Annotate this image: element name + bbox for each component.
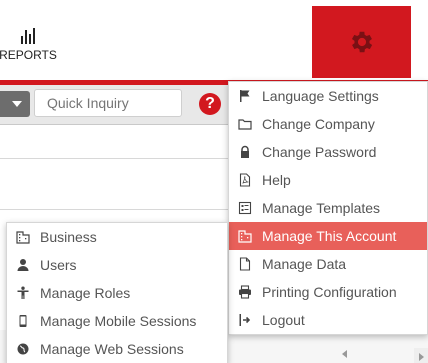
pdf-icon (237, 172, 253, 188)
settings-button[interactable] (312, 6, 411, 78)
flag-icon (237, 88, 253, 104)
menu-item-label: Logout (262, 312, 305, 328)
folder-icon (237, 116, 253, 132)
menu-item-label: Help (262, 172, 291, 188)
menu-item-label: Manage Data (262, 256, 347, 272)
menu-item-logout[interactable]: Logout (229, 306, 427, 334)
menu-item-change-company[interactable]: Change Company (229, 110, 427, 138)
menu-item-manage-templates[interactable]: Manage Templates (229, 194, 427, 222)
menu-item-label: Manage Templates (262, 200, 381, 216)
quick-inquiry-input[interactable] (34, 89, 182, 117)
submenu-item-label: Manage Web Sessions (40, 341, 184, 357)
scroll-left-arrow[interactable] (342, 350, 347, 358)
submenu-item-users[interactable]: Users (7, 251, 227, 279)
bar-chart-icon (0, 28, 58, 44)
menu-item-label: Manage This Account (262, 228, 397, 244)
mobile-icon (15, 313, 31, 329)
menu-item-label: Change Password (262, 144, 377, 160)
menu-item-change-password[interactable]: Change Password (229, 138, 427, 166)
menu-item-label: Language Settings (262, 88, 379, 104)
scroll-right-button[interactable] (414, 348, 428, 363)
printer-icon (237, 284, 253, 300)
menu-item-language-settings[interactable]: Language Settings (229, 82, 427, 110)
submenu-item-label: Manage Roles (40, 285, 131, 301)
building-icon (237, 228, 253, 244)
submenu-item-label: Manage Mobile Sessions (40, 313, 197, 329)
gear-icon (351, 31, 372, 53)
reports-nav-item[interactable]: REPORTS (0, 28, 58, 62)
menu-item-manage-data[interactable]: Manage Data (229, 250, 427, 278)
submenu-item-label: Business (40, 229, 97, 245)
person-role-icon (15, 285, 31, 301)
settings-menu: Language Settings Change Company Change … (228, 81, 428, 335)
menu-item-label: Printing Configuration (262, 284, 397, 300)
submenu-item-manage-web-sessions[interactable]: Manage Web Sessions (7, 335, 227, 363)
dropdown-toggle[interactable] (0, 91, 30, 117)
submenu-item-manage-roles[interactable]: Manage Roles (7, 279, 227, 307)
submenu-item-manage-mobile-sessions[interactable]: Manage Mobile Sessions (7, 307, 227, 335)
lock-icon (237, 144, 253, 160)
file-icon (237, 256, 253, 272)
logout-icon (237, 312, 253, 328)
globe-icon (15, 341, 31, 357)
menu-item-printing-configuration[interactable]: Printing Configuration (229, 278, 427, 306)
reports-label: REPORTS (0, 48, 57, 62)
caret-down-icon (12, 101, 22, 107)
submenu-item-label: Users (40, 257, 77, 273)
menu-item-manage-this-account[interactable]: Manage This Account (229, 222, 427, 250)
help-icon[interactable]: ? (199, 93, 221, 115)
submenu-item-business[interactable]: Business (7, 223, 227, 251)
user-icon (15, 257, 31, 273)
divider (0, 209, 240, 210)
divider (0, 158, 240, 159)
template-icon (237, 200, 253, 216)
account-submenu: Business Users Manage Roles Manage Mobil… (6, 222, 228, 363)
chevron-right-icon (418, 353, 424, 361)
top-header: REPORTS (0, 0, 428, 80)
menu-item-label: Change Company (262, 116, 375, 132)
menu-item-help[interactable]: Help (229, 166, 427, 194)
building-icon (15, 229, 31, 245)
